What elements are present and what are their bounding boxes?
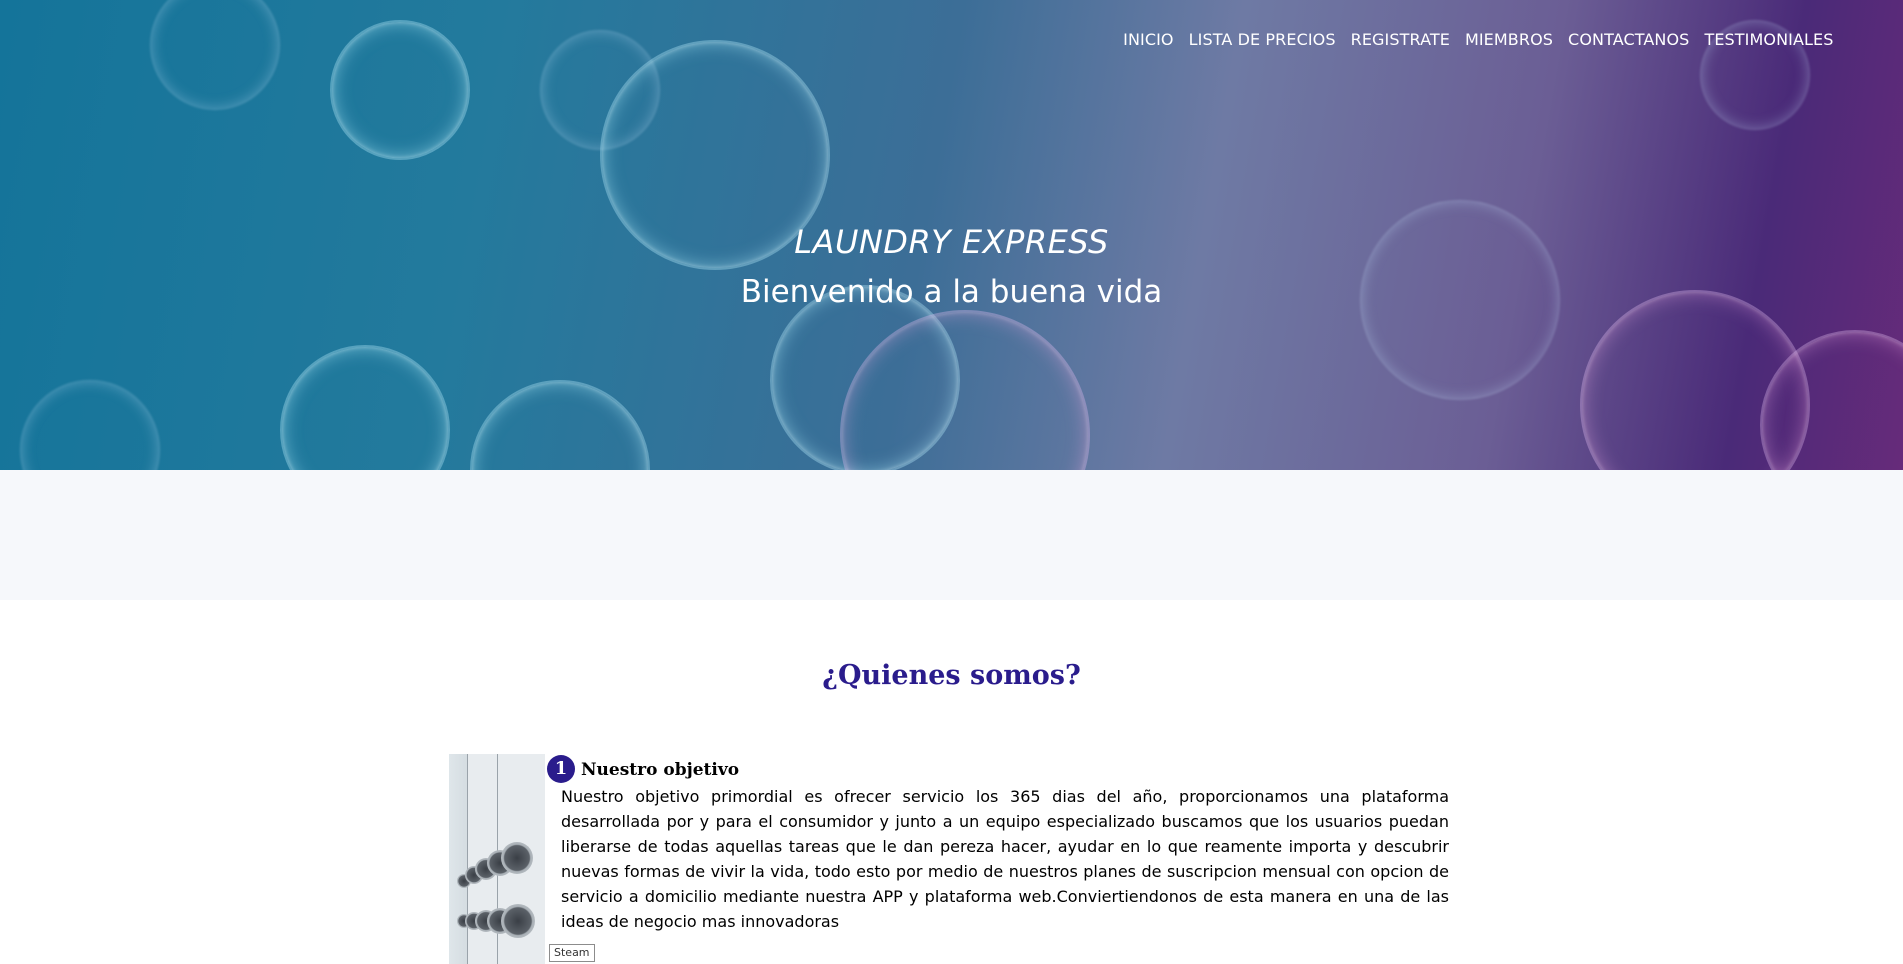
laundry-machines-image	[449, 754, 545, 964]
image-caption-tooltip: Steam	[549, 944, 595, 962]
nav-link-inicio[interactable]: INICIO	[1116, 30, 1182, 49]
hero-wave	[0, 480, 1903, 540]
about-section-title: ¿Quienes somos?	[822, 660, 1081, 691]
hero-banner: INICIO LISTA DE PRECIOS REGISTRATE MIEMB…	[0, 0, 1903, 600]
nav-link-testimoniales[interactable]: TESTIMONIALES	[1697, 30, 1841, 49]
nav-link-registrate[interactable]: REGISTRATE	[1343, 30, 1457, 49]
hero-tagline: Bienvenido a la buena vida	[740, 274, 1163, 310]
brand-title: LAUNDRY EXPRESS	[794, 223, 1109, 261]
objective-heading: Nuestro objetivo	[581, 760, 740, 780]
objective-number-badge: 1	[547, 755, 575, 783]
nav-link-lista-de-precios[interactable]: LISTA DE PRECIOS	[1181, 30, 1343, 49]
nav-link-contactanos[interactable]: CONTACTANOS	[1561, 30, 1697, 49]
objective-description: Nuestro objetivo primordial es ofrecer s…	[561, 787, 1449, 931]
bubble-decoration	[150, 0, 280, 110]
washer-door-decoration	[501, 842, 533, 874]
bubble-decoration	[330, 20, 470, 160]
main-nav: INICIO LISTA DE PRECIOS REGISTRATE MIEMB…	[1116, 30, 1841, 49]
nav-link-miembros[interactable]: MIEMBROS	[1457, 30, 1560, 49]
washer-door-decoration	[501, 904, 535, 938]
